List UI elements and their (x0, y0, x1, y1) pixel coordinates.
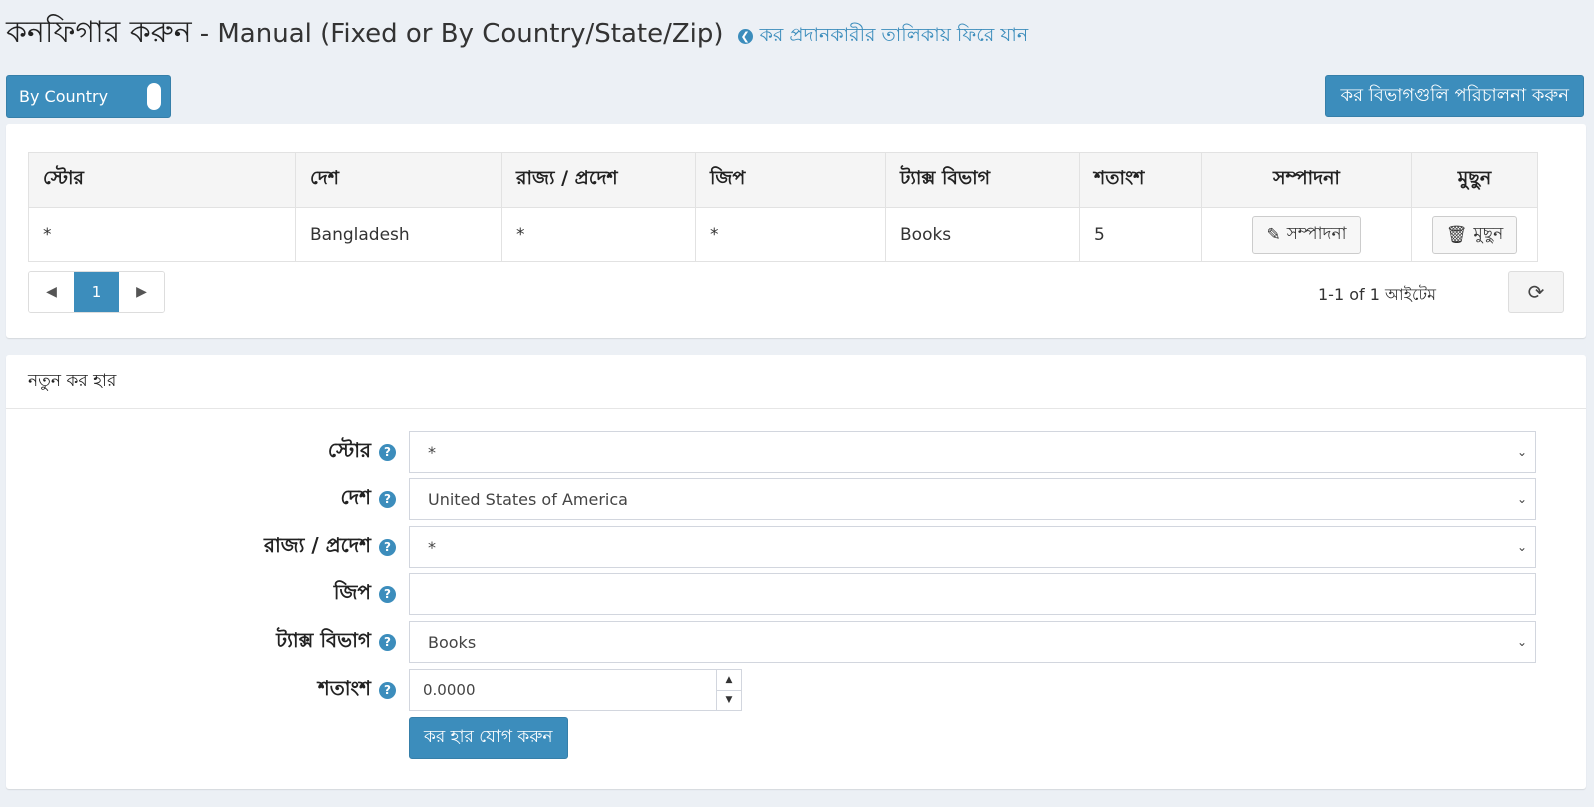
pager: ◀ 1 ▶ (28, 271, 165, 313)
country-select-value: United States of America (428, 489, 628, 509)
question-circle-icon[interactable]: ? (379, 633, 396, 651)
column-header-percentage[interactable]: শতাংশ (1079, 152, 1202, 208)
delete-button[interactable]: 🗑 মুছুন (1431, 215, 1518, 254)
arrow-circle-left-icon: ❮ (737, 29, 753, 44)
store-label-text: স্টোর (327, 437, 371, 462)
chevron-down-icon: ⌄ (1516, 492, 1527, 506)
table-header-row: স্টোর দেশ রাজ্য / প্রদেশ জিপ ট্যাক্স বিভ… (28, 152, 1538, 208)
column-header-edit: সম্পাদনা (1201, 152, 1412, 208)
tax-category-row: ট্যাক্স বিভাগ ? Books ⌄ (6, 621, 1586, 663)
state-select-value: * (428, 537, 436, 557)
decrease-arrow-icon[interactable]: ▼ (717, 691, 741, 711)
question-circle-icon[interactable]: ? (379, 681, 396, 699)
cell-delete: 🗑 মুছুন (1411, 207, 1538, 262)
pager-prev-button[interactable]: ◀ (29, 272, 74, 312)
cell-percentage: 5 (1079, 207, 1202, 262)
cell-zip: * (695, 207, 886, 262)
question-circle-icon[interactable]: ? (379, 490, 396, 508)
cell-state: * (501, 207, 696, 262)
percentage-input-value: 0.0000 (423, 681, 476, 699)
zip-row: জিপ ? (6, 573, 1586, 615)
tax-category-select[interactable]: Books ⌄ (409, 621, 1536, 663)
by-country-toggle[interactable]: By Country (6, 75, 171, 118)
cell-store: * (28, 207, 296, 262)
store-row: স্টোর ? * ⌄ (6, 431, 1586, 473)
cell-country: Bangladesh (295, 207, 502, 262)
store-label: স্টোর ? (328, 431, 396, 473)
country-label-text: দেশ (340, 484, 371, 509)
question-circle-icon[interactable]: ? (379, 443, 396, 461)
back-to-tax-providers-link[interactable]: ❮ কর প্রদানকারীর তালিকায় ফিরে যান (737, 21, 1029, 53)
tax-category-select-value: Books (428, 632, 477, 652)
refresh-button[interactable]: ⟳ (1508, 271, 1564, 313)
country-select[interactable]: United States of America ⌄ (409, 478, 1536, 520)
column-header-tax-category[interactable]: ট্যাক্স বিভাগ (885, 152, 1080, 208)
cell-tax-category: Books (885, 207, 1080, 262)
state-label-text: রাজ্য / প্রদেশ (263, 532, 371, 557)
zip-label-text: জিপ (333, 579, 371, 604)
column-header-delete: মুছুন (1411, 152, 1538, 208)
state-label: রাজ্য / প্রদেশ ? (264, 526, 396, 568)
page-header: কনফিগার করুন - Manual (Fixed or By Count… (6, 8, 1028, 52)
state-row: রাজ্য / প্রদেশ ? * ⌄ (6, 526, 1586, 568)
percentage-stepper: ▲ ▼ (716, 670, 741, 710)
toggle-knob (147, 83, 161, 110)
country-label: দেশ ? (341, 478, 396, 520)
add-tax-rate-button[interactable]: কর হার যোগ করুন (409, 717, 568, 759)
chevron-down-icon: ⌄ (1516, 635, 1527, 649)
panel-heading: নতুন কর হার (6, 355, 1586, 409)
question-circle-icon[interactable]: ? (379, 538, 396, 556)
trash-icon: 🗑 (1445, 224, 1468, 245)
question-circle-icon[interactable]: ? (379, 585, 396, 603)
store-select-value: * (428, 442, 436, 462)
percentage-label: শতাংশ ? (318, 669, 396, 711)
state-select[interactable]: * ⌄ (409, 526, 1536, 568)
new-tax-rate-panel: নতুন কর হার স্টোর ? * ⌄ দেশ ? United Sta… (6, 355, 1586, 789)
zip-label: জিপ ? (334, 573, 396, 615)
increase-arrow-icon[interactable]: ▲ (717, 670, 741, 691)
back-link-label: কর প্রদানকারীর তালিকায় ফিরে যান (759, 23, 1029, 46)
toggle-label: By Country (19, 87, 109, 106)
column-header-country[interactable]: দেশ (295, 152, 502, 208)
percentage-label-text: শতাংশ (317, 675, 371, 700)
page-subtitle: - Manual (Fixed or By Country/State/Zip) (199, 19, 724, 49)
column-header-store[interactable]: স্টোর (28, 152, 296, 208)
edit-button[interactable]: ✎ সম্পাদনা (1252, 215, 1361, 254)
manage-tax-categories-button[interactable]: কর বিভাগগুলি পরিচালনা করুন (1325, 75, 1584, 117)
percentage-row: শতাংশ ? 0.0000 ▲ ▼ (6, 669, 1586, 711)
column-header-state[interactable]: রাজ্য / প্রদেশ (501, 152, 696, 208)
tax-rates-table: স্টোর দেশ রাজ্য / প্রদেশ জিপ ট্যাক্স বিভ… (28, 152, 1538, 262)
edit-button-label: সম্পাদনা (1286, 223, 1347, 244)
country-row: দেশ ? United States of America ⌄ (6, 478, 1586, 520)
tax-category-label-text: ট্যাক্স বিভাগ (276, 627, 371, 652)
column-header-zip[interactable]: জিপ (695, 152, 886, 208)
pager-page-button[interactable]: 1 (74, 272, 119, 312)
zip-input[interactable] (409, 573, 1536, 615)
pencil-icon: ✎ (1266, 224, 1281, 245)
store-select[interactable]: * ⌄ (409, 431, 1536, 473)
table-row: * Bangladesh * * Books 5 ✎ সম্পাদনা 🗑 মু… (28, 207, 1538, 262)
pager-next-button[interactable]: ▶ (119, 272, 164, 312)
chevron-down-icon: ⌄ (1516, 540, 1527, 554)
chevron-down-icon: ⌄ (1516, 445, 1527, 459)
pager-info: 1-1 of 1 আইটেম (1317, 285, 1436, 304)
delete-button-label: মুছুন (1473, 223, 1504, 244)
cell-edit: ✎ সম্পাদনা (1201, 207, 1412, 262)
tax-category-label: ট্যাক্স বিভাগ ? (276, 621, 396, 663)
percentage-input[interactable]: 0.0000 ▲ ▼ (409, 669, 742, 711)
page-title: কনফিগার করুন (6, 15, 192, 50)
refresh-icon: ⟳ (1527, 280, 1545, 304)
tax-rates-panel: স্টোর দেশ রাজ্য / প্রদেশ জিপ ট্যাক্স বিভ… (6, 124, 1586, 338)
